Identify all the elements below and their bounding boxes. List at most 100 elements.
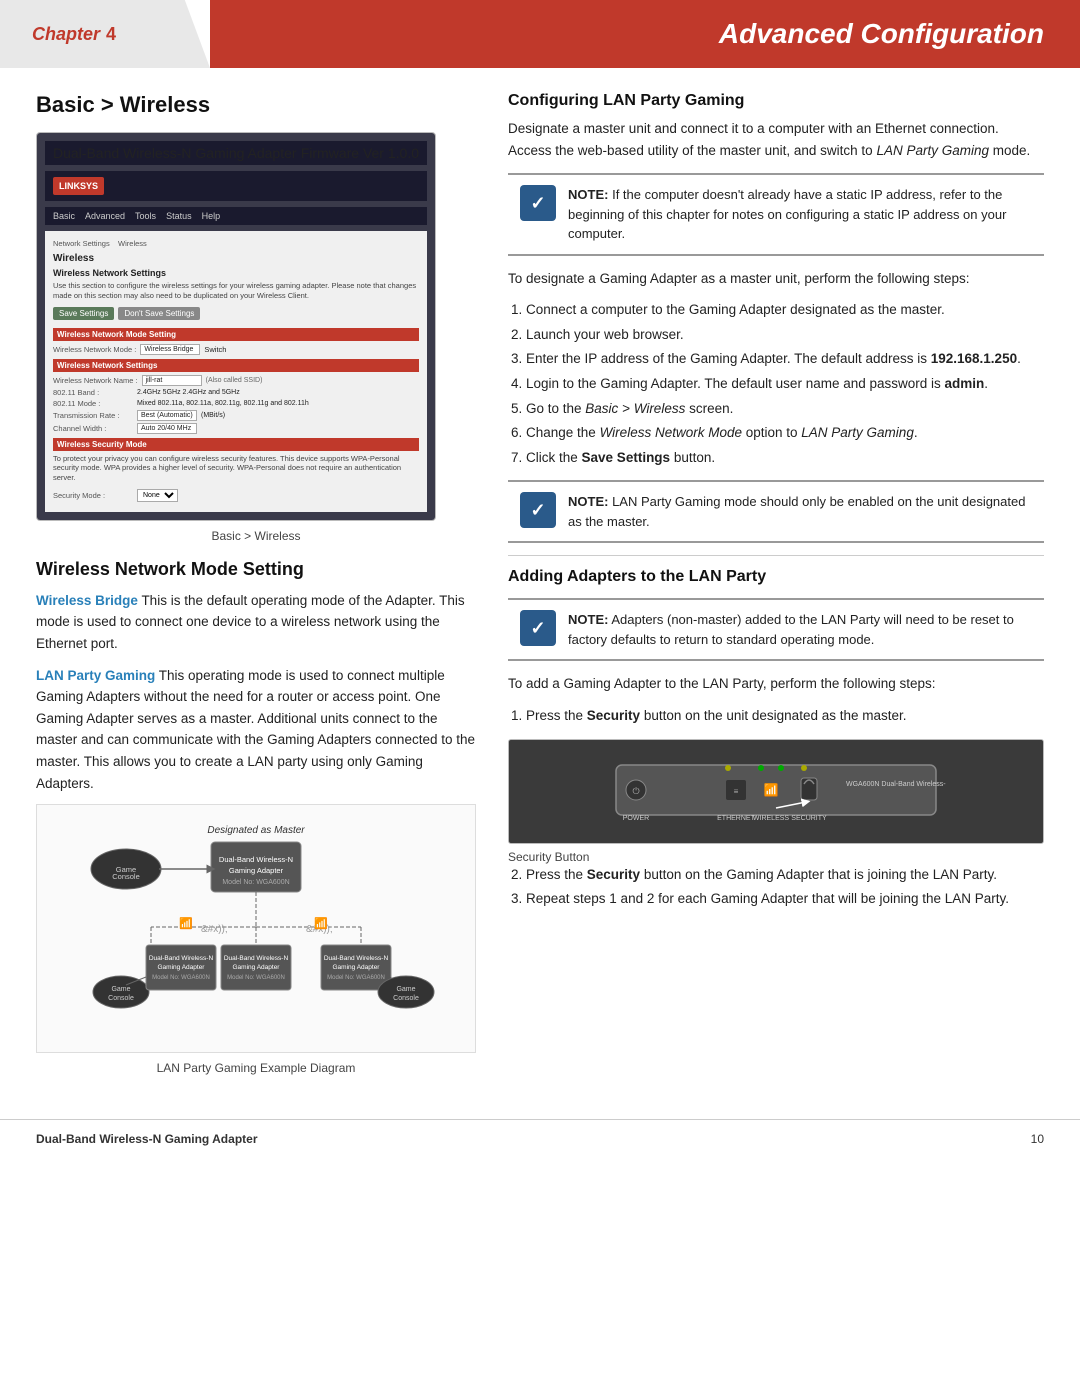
note-box-1: NOTE: If the computer doesn't already ha… bbox=[508, 173, 1044, 256]
ss-band-value: 2.4GHz 5GHz 2.4GHz and 5GHz bbox=[137, 389, 240, 396]
ss-width-value: Auto 20/40 MHz bbox=[137, 423, 197, 434]
note-box-2: NOTE: LAN Party Gaming mode should only … bbox=[508, 480, 1044, 543]
note3-label: NOTE: bbox=[568, 612, 608, 627]
svg-text:Dual-Band Wireless-N: Dual-Band Wireless-N bbox=[149, 955, 214, 962]
chapter-tab: Chapter 4 bbox=[0, 0, 210, 68]
note2-label: NOTE: bbox=[568, 494, 608, 509]
page-header: Chapter 4 Advanced Configuration bbox=[0, 0, 1080, 68]
svg-text:Gaming Adapter: Gaming Adapter bbox=[229, 866, 284, 875]
security-device-svg: ⏻ ≡ 📶 WGA600N Dual-Band Wireless-N Gamin… bbox=[606, 750, 946, 830]
steps2-list-cont: Press the Security button on the Gaming … bbox=[508, 864, 1044, 910]
note-icon-1 bbox=[520, 185, 556, 221]
left-column: Basic > Wireless Dual-Band Wireless-N Ga… bbox=[36, 92, 476, 1085]
ss-save-btn[interactable]: Save Settings bbox=[53, 307, 114, 320]
ss-width-label: Channel Width : bbox=[53, 424, 133, 433]
ss-mode-section: Wireless Network Mode Setting bbox=[53, 328, 419, 341]
svg-text:Gaming Adapter: Gaming Adapter bbox=[233, 964, 281, 971]
lan-party-paragraph: LAN Party Gaming This operating mode is … bbox=[36, 665, 476, 795]
ss-nav-basic: Basic bbox=[53, 211, 75, 221]
section1-intro-paragraph: Designate a master unit and connect it t… bbox=[508, 118, 1044, 161]
page-title: Advanced Configuration bbox=[719, 18, 1044, 50]
ss-mode-row: 802.11 Mode : Mixed 802.11a, 802.11a, 80… bbox=[53, 399, 419, 408]
chapter-word: Chapter bbox=[32, 24, 100, 45]
note-text-2: NOTE: LAN Party Gaming mode should only … bbox=[568, 492, 1032, 531]
svg-text:Dual-Band Wireless-N: Dual-Band Wireless-N bbox=[219, 855, 293, 864]
page-footer: Dual-Band Wireless-N Gaming Adapter 10 bbox=[0, 1119, 1080, 1158]
svg-text:≡: ≡ bbox=[734, 787, 739, 796]
note1-text: If the computer doesn't already have a s… bbox=[568, 187, 1006, 241]
svg-text:Dual-Band Wireless-N: Dual-Band Wireless-N bbox=[224, 955, 289, 962]
svg-text:Game: Game bbox=[396, 986, 415, 993]
svg-text:Console: Console bbox=[108, 995, 134, 1002]
wireless-bridge-paragraph: Wireless Bridge This is the default oper… bbox=[36, 590, 476, 655]
ss-buttons: Save Settings Don't Save Settings bbox=[53, 307, 419, 320]
ss-content-title: Wireless bbox=[53, 253, 419, 264]
svg-text:Gaming Adapter: Gaming Adapter bbox=[158, 964, 206, 971]
lan-party-text: This operating mode is used to connect m… bbox=[36, 668, 475, 791]
ss-network-settings-section: Wireless Network Settings bbox=[53, 359, 419, 372]
lan-party-diagram: Designated as Master Dual-Band Wireless-… bbox=[71, 817, 441, 1037]
diagram-area: Designated as Master Dual-Band Wireless-… bbox=[36, 804, 476, 1053]
list-item: Click the Save Settings button. bbox=[526, 447, 1044, 469]
ss-header-right: Firmware Ver 1.0.0 bbox=[301, 145, 419, 161]
note-icon-3 bbox=[520, 610, 556, 646]
svg-text:📶: 📶 bbox=[179, 917, 193, 930]
ss-ssid-row: Wireless Network Name : jill-rat (Also c… bbox=[53, 375, 419, 386]
section2-title: Adding Adapters to the LAN Party bbox=[508, 568, 1044, 586]
left-section-title: Basic > Wireless bbox=[36, 92, 476, 118]
security-caption: Security Button bbox=[508, 850, 1044, 864]
steps2-list: Press the Security button on the unit de… bbox=[508, 705, 1044, 727]
lan-party-label: LAN Party Gaming bbox=[36, 668, 155, 683]
right-column: Configuring LAN Party Gaming Designate a… bbox=[508, 92, 1044, 1085]
section1-intro-italic: LAN Party Gaming bbox=[876, 143, 989, 158]
ss-rate-extra: (MBit/s) bbox=[201, 412, 225, 419]
footer-page: 10 bbox=[1031, 1132, 1044, 1146]
wireless-bridge-label: Wireless Bridge bbox=[36, 593, 138, 608]
svg-text:📶: 📶 bbox=[764, 783, 779, 797]
screenshot-inner: Dual-Band Wireless-N Gaming Adapter Firm… bbox=[37, 133, 435, 520]
list-item: Change the Wireless Network Mode option … bbox=[526, 422, 1044, 444]
svg-text:&#x));: &#x)); bbox=[201, 924, 228, 935]
ss-security-mode-select[interactable]: None bbox=[137, 489, 178, 502]
ss-nav-tools: Tools bbox=[135, 211, 156, 221]
section1-intro-end: mode. bbox=[993, 143, 1031, 158]
chapter-number: 4 bbox=[106, 24, 116, 45]
divider bbox=[508, 555, 1044, 556]
section2-intro: To add a Gaming Adapter to the LAN Party… bbox=[508, 673, 1044, 695]
svg-text:Dual-Band Wireless-N: Dual-Band Wireless-N bbox=[324, 955, 389, 962]
ss-desc: Use this section to configure the wirele… bbox=[53, 281, 419, 301]
list-item: Enter the IP address of the Gaming Adapt… bbox=[526, 348, 1044, 370]
ss-network-mode-row: Wireless Network Mode : Wireless Bridge … bbox=[53, 344, 419, 355]
ss-security-desc: To protect your privacy you can configur… bbox=[53, 454, 419, 483]
ss-ssid-value: jill-rat bbox=[142, 375, 202, 386]
steps1-intro: To designate a Gaming Adapter as a maste… bbox=[508, 268, 1044, 290]
svg-text:Designated as Master: Designated as Master bbox=[207, 825, 305, 836]
ss-nav-status: Status bbox=[166, 211, 192, 221]
ss-switch-label: Switch bbox=[204, 345, 226, 354]
ss-nav: Basic Advanced Tools Status Help bbox=[45, 207, 427, 225]
ss-dont-btn[interactable]: Don't Save Settings bbox=[118, 307, 200, 320]
ss-header-left: Dual-Band Wireless-N Gaming Adapter bbox=[53, 145, 297, 161]
svg-text:Console: Console bbox=[112, 872, 140, 881]
svg-text:Game: Game bbox=[111, 986, 130, 993]
linksys-logo: LINKSYS bbox=[53, 177, 104, 195]
list-item: Repeat steps 1 and 2 for each Gaming Ada… bbox=[526, 888, 1044, 910]
svg-text:SECURITY: SECURITY bbox=[791, 815, 827, 822]
svg-text:POWER: POWER bbox=[623, 815, 649, 822]
note-box-3: NOTE: Adapters (non-master) added to the… bbox=[508, 598, 1044, 661]
ss-content: Network Settings Wireless Wireless Wirel… bbox=[45, 231, 427, 512]
header-right: Advanced Configuration bbox=[210, 0, 1080, 68]
ss-security-section: Wireless Security Mode bbox=[53, 438, 419, 451]
ss-width-row: Channel Width : Auto 20/40 MHz bbox=[53, 423, 419, 434]
note-text-3: NOTE: Adapters (non-master) added to the… bbox=[568, 610, 1032, 649]
list-item: Press the Security button on the unit de… bbox=[526, 705, 1044, 727]
note-text-1: NOTE: If the computer doesn't already ha… bbox=[568, 185, 1032, 244]
svg-text:WGA600N Dual-Band Wireless-N G: WGA600N Dual-Band Wireless-N Gaming Adap… bbox=[846, 781, 946, 788]
svg-text:Model No: WGA600N: Model No: WGA600N bbox=[227, 975, 285, 981]
ss-rate-value: Best (Automatic) bbox=[137, 410, 197, 421]
ss-submenu: Network Settings Wireless bbox=[53, 239, 419, 248]
note3-text: Adapters (non-master) added to the LAN P… bbox=[568, 612, 1014, 647]
ss-nav-advanced: Advanced bbox=[85, 211, 125, 221]
ss-ssid-note: (Also called SSID) bbox=[206, 377, 263, 384]
ss-network-mode-value: Wireless Bridge bbox=[140, 344, 200, 355]
